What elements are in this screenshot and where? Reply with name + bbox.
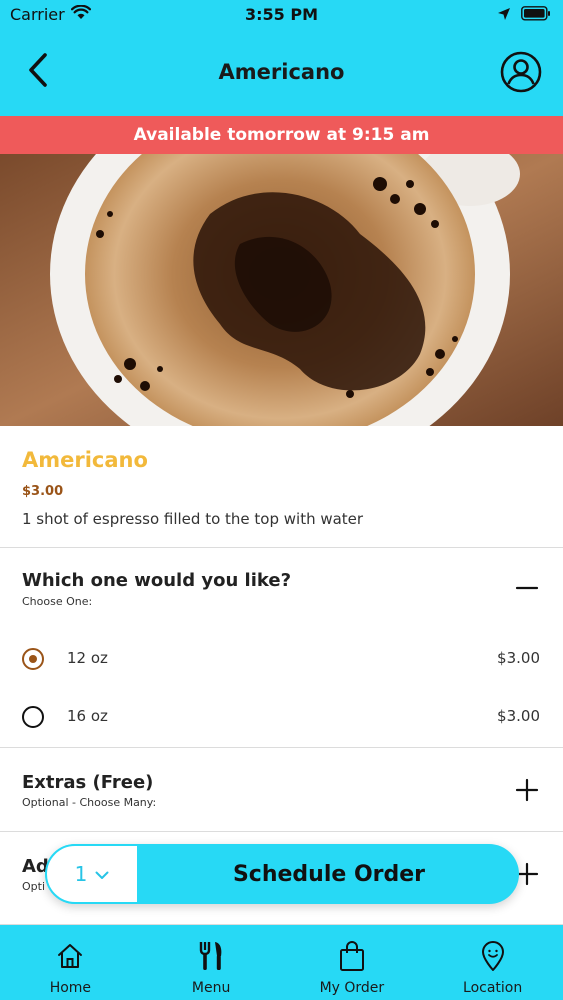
fork-knife-icon [194, 939, 228, 973]
home-icon [53, 939, 87, 973]
product-name: Americano [22, 448, 148, 472]
extras-section[interactable]: Extras (Free) Optional - Choose Many: [0, 748, 563, 832]
add-ons-section-subtitle: Opti [22, 880, 46, 893]
size-section-title: Which one would you like? [22, 570, 292, 591]
profile-button[interactable] [499, 50, 543, 94]
chevron-down-icon [95, 865, 109, 884]
status-right [497, 6, 551, 25]
user-circle-icon [499, 51, 543, 98]
option-price: $3.00 [497, 649, 540, 667]
tab-my-order[interactable]: My Order [282, 925, 423, 1000]
tab-home[interactable]: Home [0, 925, 141, 1000]
quantity-selector[interactable]: 1 [45, 844, 139, 904]
quantity-value: 1 [74, 862, 88, 886]
tab-bar: Home Menu My Order Location [0, 925, 563, 1000]
minus-icon [515, 585, 539, 604]
tab-label: My Order [319, 980, 385, 996]
product-info: Americano $3.00 1 shot of espresso fille… [0, 426, 563, 548]
tab-label: Menu [191, 980, 231, 996]
size-section: Which one would you like? Choose One: 12… [0, 548, 563, 748]
availability-banner: Available tomorrow at 9:15 am [0, 116, 563, 154]
option-label: 12 oz [67, 649, 108, 667]
page-title: Americano [218, 60, 345, 84]
plus-icon [515, 778, 539, 806]
radio-selected[interactable] [22, 648, 44, 670]
schedule-order-button[interactable]: Schedule Order [139, 844, 519, 904]
size-section-subtitle: Choose One: [22, 595, 93, 608]
product-price: $3.00 [22, 484, 64, 499]
extras-section-subtitle: Optional - Choose Many: [22, 796, 157, 809]
option-price: $3.00 [497, 707, 540, 725]
extras-section-title: Extras (Free) [22, 772, 154, 793]
header: Carrier 3:55 PM Americano [0, 0, 563, 116]
nav-bar: Americano [0, 40, 563, 106]
tab-label: Location [463, 980, 523, 996]
collapse-button[interactable] [515, 576, 539, 600]
product-image [0, 154, 563, 426]
schedule-order-label: Schedule Order [232, 861, 426, 887]
tab-location[interactable]: Location [422, 925, 563, 1000]
option-label: 16 oz [67, 707, 108, 725]
product-description: 1 shot of espresso filled to the top wit… [22, 510, 364, 528]
tab-label: Home [49, 980, 92, 996]
map-pin-icon [476, 939, 510, 973]
status-bar: Carrier 3:55 PM [0, 0, 563, 30]
shopping-bag-icon [335, 939, 369, 973]
availability-text: Available tomorrow at 9:15 am [133, 125, 430, 145]
order-bar: 1 Schedule Order [45, 844, 519, 904]
expand-button[interactable] [515, 778, 539, 802]
option-16oz[interactable]: 16 oz $3.00 [0, 688, 563, 746]
tab-menu[interactable]: Menu [141, 925, 282, 1000]
location-arrow-icon [497, 6, 511, 25]
option-12oz[interactable]: 12 oz $3.00 [0, 630, 563, 688]
radio-unselected[interactable] [22, 706, 44, 728]
size-section-header[interactable]: Which one would you like? Choose One: [0, 548, 563, 620]
battery-icon [521, 6, 551, 25]
status-time: 3:55 PM [244, 5, 318, 24]
